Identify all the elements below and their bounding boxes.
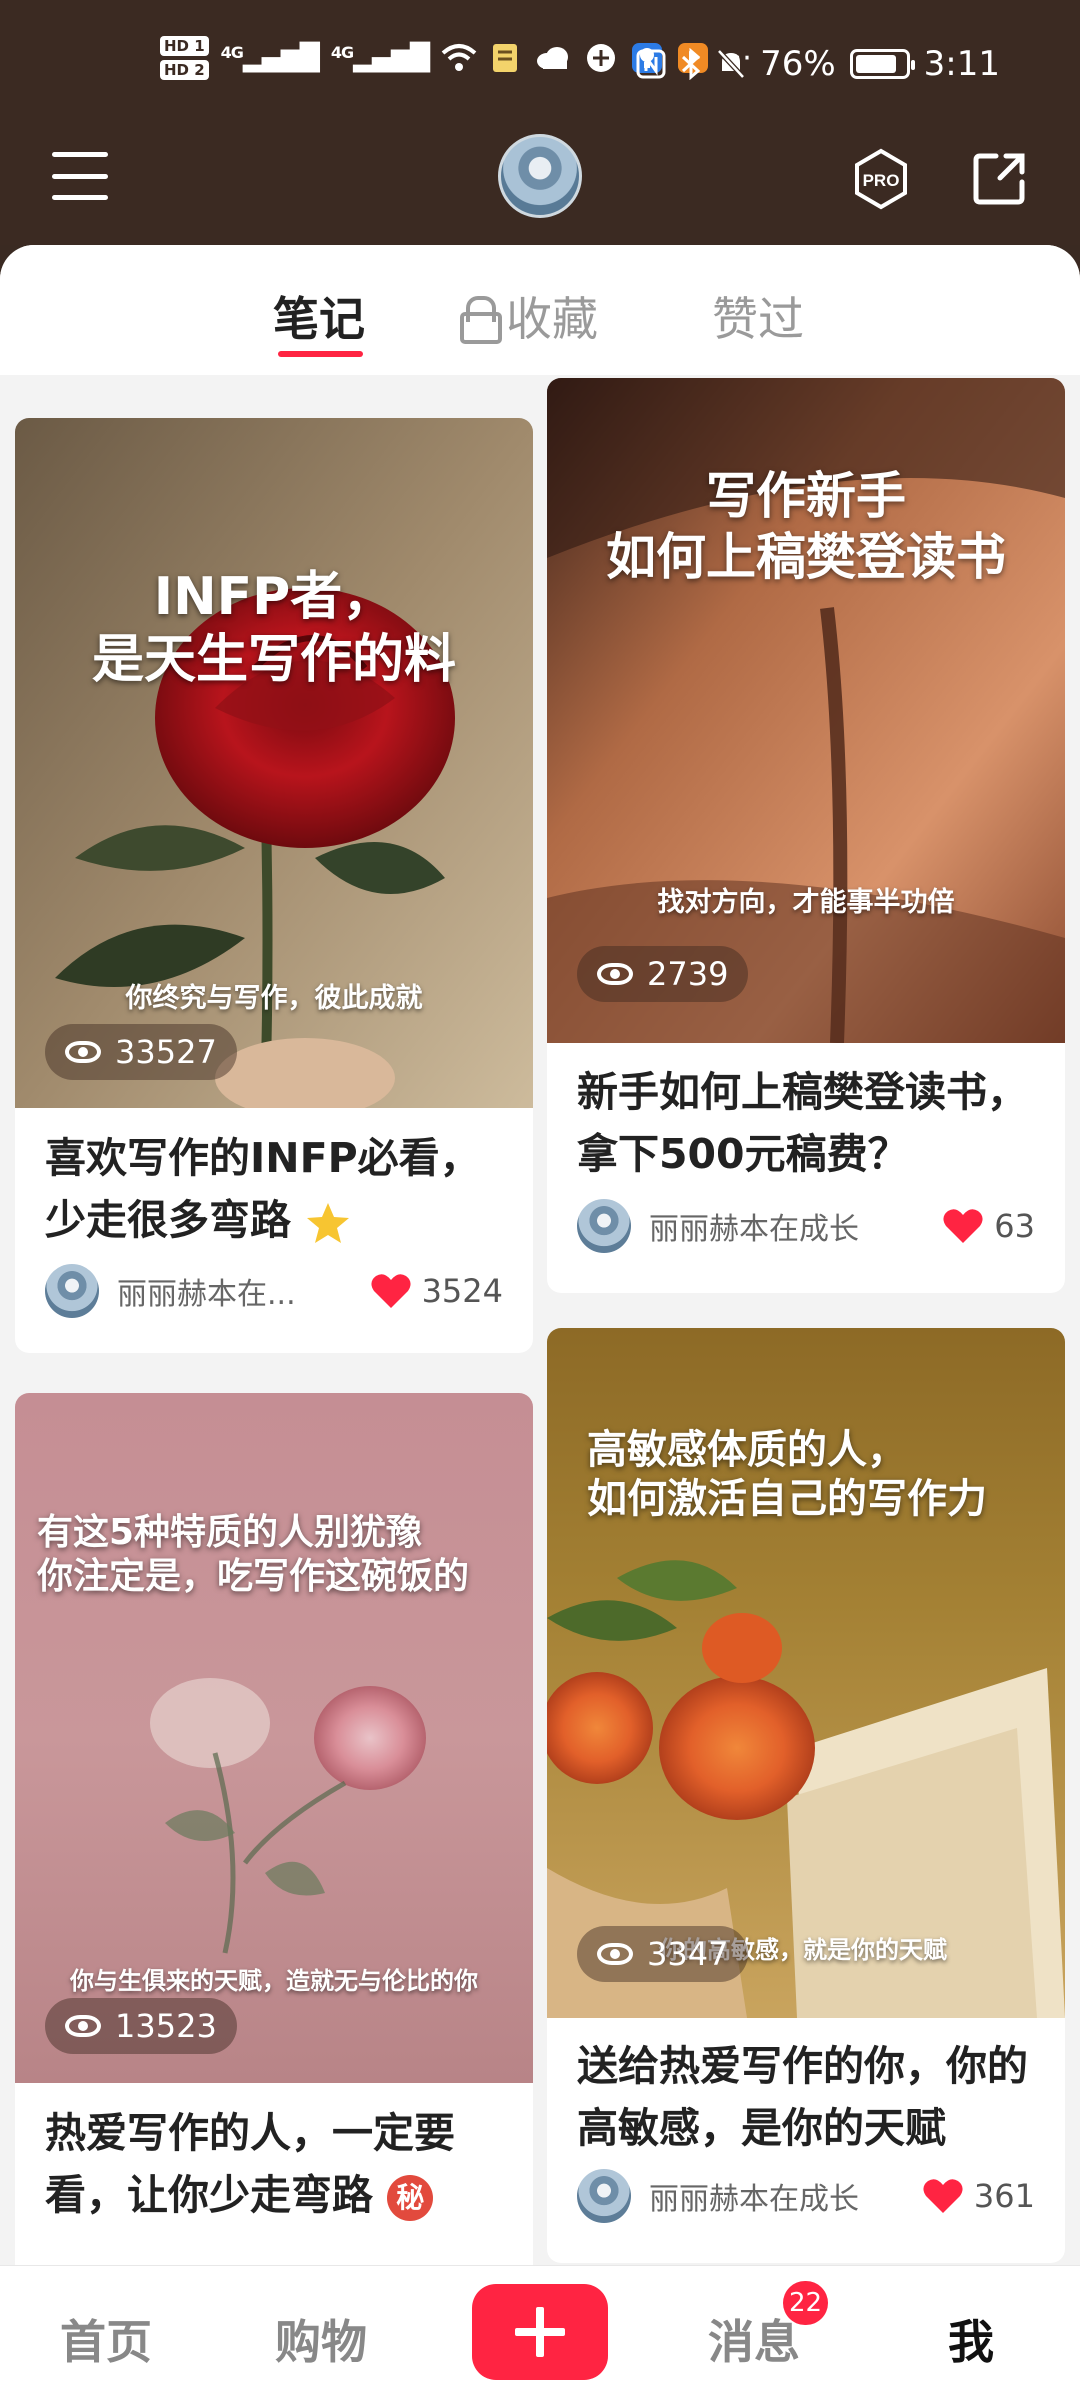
heart-icon (923, 2179, 963, 2213)
status-bar: HD 1 HD 2 4G▂▄▆█ 4G▂▄▆█ ··· 76% 3:11 (0, 0, 1080, 120)
like-button[interactable]: 63 (942, 1207, 1035, 1245)
tab-collections[interactable]: 收藏 (460, 283, 598, 349)
battery-icon (849, 49, 915, 79)
tab-notes[interactable]: 笔记 (273, 283, 365, 349)
share-icon[interactable] (970, 148, 1030, 208)
author-name[interactable]: 丽丽赫本在成长 (649, 2174, 922, 2218)
heart-icon (943, 1209, 983, 1243)
note-meta: 丽丽赫本在成长 63 (577, 1198, 1035, 1254)
secret-badge: 秘 (387, 2174, 434, 2221)
note-card[interactable]: INFP者， 是天生写作的料 你终究与写作，彼此成就 33527 喜欢写作的IN… (15, 418, 533, 1353)
note-meta: 丽丽赫本在成长 361 (577, 2168, 1035, 2224)
note-title-text: 喜欢写作的INFP必看，少走很多弯路 (45, 1134, 481, 1244)
note-cover-image: 写作新手 如何上稿樊登读书 找对方向，才能事半功倍 2739 (547, 378, 1065, 1044)
tab-active-indicator (278, 351, 363, 357)
like-button[interactable]: 361 (922, 2177, 1035, 2215)
note-cover-image: 有这5种特质的人别犹豫 你注定是，吃写作这碗饭的 你与生俱来的天赋，造就无与伦比… (15, 1393, 533, 2083)
avatar[interactable] (498, 134, 582, 218)
bluetooth-icon (682, 48, 701, 80)
status-right: 76% 3:11 (636, 44, 1000, 84)
cover-subtitle: 你与生俱来的天赋，造就无与伦比的你 (70, 1967, 478, 1995)
like-button[interactable]: 3524 (370, 1272, 503, 1310)
tab-liked[interactable]: 赞过 (712, 283, 804, 349)
mute-bell-icon (717, 49, 745, 79)
hd2-badge: HD 2 (160, 60, 209, 80)
battery-percent: 76% (760, 44, 836, 84)
author-avatar[interactable] (577, 1199, 631, 1253)
add-post-button[interactable] (472, 2284, 608, 2380)
like-count: 63 (994, 1207, 1035, 1245)
author-avatar[interactable] (577, 2169, 631, 2223)
note-icon (493, 44, 518, 72)
hd-indicators: HD 1 HD 2 (160, 36, 209, 80)
cloud-icon (537, 47, 569, 69)
eye-icon (65, 1041, 101, 1063)
nav-me[interactable]: 我 (948, 2306, 994, 2372)
author-name[interactable]: 丽丽赫本在成长 (649, 1204, 942, 1248)
lock-icon (460, 296, 502, 344)
note-title: 喜欢写作的INFP必看，少走很多弯路 (45, 1128, 511, 1251)
menu-icon[interactable] (52, 152, 108, 200)
note-card[interactable]: 写作新手 如何上稿樊登读书 找对方向，才能事半功倍 2739 新手如何上稿樊登读… (547, 378, 1065, 1293)
note-meta: 丽丽赫本在... 3524 (45, 1263, 503, 1319)
cover-title: INFP者， 是天生写作的料 (91, 567, 456, 691)
eye-icon (597, 963, 633, 985)
note-cover-image: 高敏感体质的人， 如何激活自己的写作力 你的高敏感，就是你的天赋 3347 (547, 1328, 1065, 2018)
note-title: 热爱写作的人，一定要看，让你少走弯路 秘 (45, 2103, 511, 2226)
tab-notes-label: 笔记 (273, 292, 365, 346)
heart-icon (370, 1274, 411, 1308)
app-icon (587, 44, 616, 72)
cover-title: 写作新手 如何上稿樊登读书 (606, 467, 1006, 586)
view-count-value: 13523 (115, 2007, 217, 2045)
like-count: 3524 (421, 1272, 503, 1310)
star-icon (307, 1202, 350, 1243)
view-count: 33527 (45, 1024, 237, 1080)
note-cover-image: INFP者， 是天生写作的料 你终究与写作，彼此成就 33527 (15, 418, 533, 1118)
signal-icon-2: 4G▂▄▆█ (330, 43, 430, 73)
view-count: 2739 (577, 946, 749, 1002)
tab-liked-label: 赞过 (712, 292, 804, 346)
view-count-value: 33527 (115, 1033, 217, 1071)
view-count: 13523 (45, 1998, 237, 2054)
messages-badge: 22 (783, 2281, 829, 2325)
note-title: 送给热爱写作的你，你的高敏感，是你的天赋 (577, 2042, 1028, 2152)
clock-time: 3:11 (923, 44, 1000, 84)
cover-subtitle: 你终究与写作，彼此成就 (125, 983, 423, 1014)
hd1-badge: HD 1 (160, 36, 209, 56)
nav-home[interactable]: 首页 (60, 2306, 152, 2372)
tab-collections-label: 收藏 (506, 292, 598, 346)
nav-shopping[interactable]: 购物 (275, 2306, 367, 2372)
pro-label: PRO (863, 171, 900, 190)
cover-title: 有这5种特质的人别犹豫 你注定是，吃写作这碗饭的 (37, 1512, 470, 1597)
note-card[interactable]: 高敏感体质的人， 如何激活自己的写作力 你的高敏感，就是你的天赋 3347 送给… (547, 1328, 1065, 2263)
cover-subtitle: 找对方向，才能事半功倍 (657, 887, 955, 918)
profile-header: PRO (0, 120, 1080, 245)
view-count-value: 2739 (647, 955, 729, 993)
eye-icon (597, 1943, 633, 1965)
like-count: 361 (973, 2177, 1035, 2215)
author-name[interactable]: 丽丽赫本在... (117, 1269, 370, 1313)
eye-icon (65, 2015, 101, 2037)
note-card[interactable]: 有这5种特质的人别犹豫 你注定是，吃写作这碗饭的 你与生俱来的天赋，造就无与伦比… (15, 1393, 533, 2265)
note-title: 新手如何上稿樊登读书，拿下500元稿费？ (577, 1068, 1028, 1178)
bottom-nav: 首页 购物 消息 22 我 (0, 2265, 1080, 2400)
content-sheet: 笔记 收藏 赞过 INFP者， 是天生写作的料 你终究与写作，彼此成就 3352… (0, 245, 1080, 2265)
pro-icon[interactable]: PRO (850, 148, 912, 210)
view-count: 3347 (577, 1926, 749, 1982)
nfc-icon (636, 49, 666, 79)
view-count-value: 3347 (647, 1935, 729, 1973)
cover-title: 高敏感体质的人， 如何激活自己的写作力 (587, 1427, 987, 1522)
wifi-icon (441, 44, 477, 71)
tab-bar: 笔记 收藏 赞过 (0, 245, 1080, 375)
signal-icon-1: 4G▂▄▆█ (220, 43, 320, 73)
author-avatar[interactable] (45, 1264, 99, 1318)
